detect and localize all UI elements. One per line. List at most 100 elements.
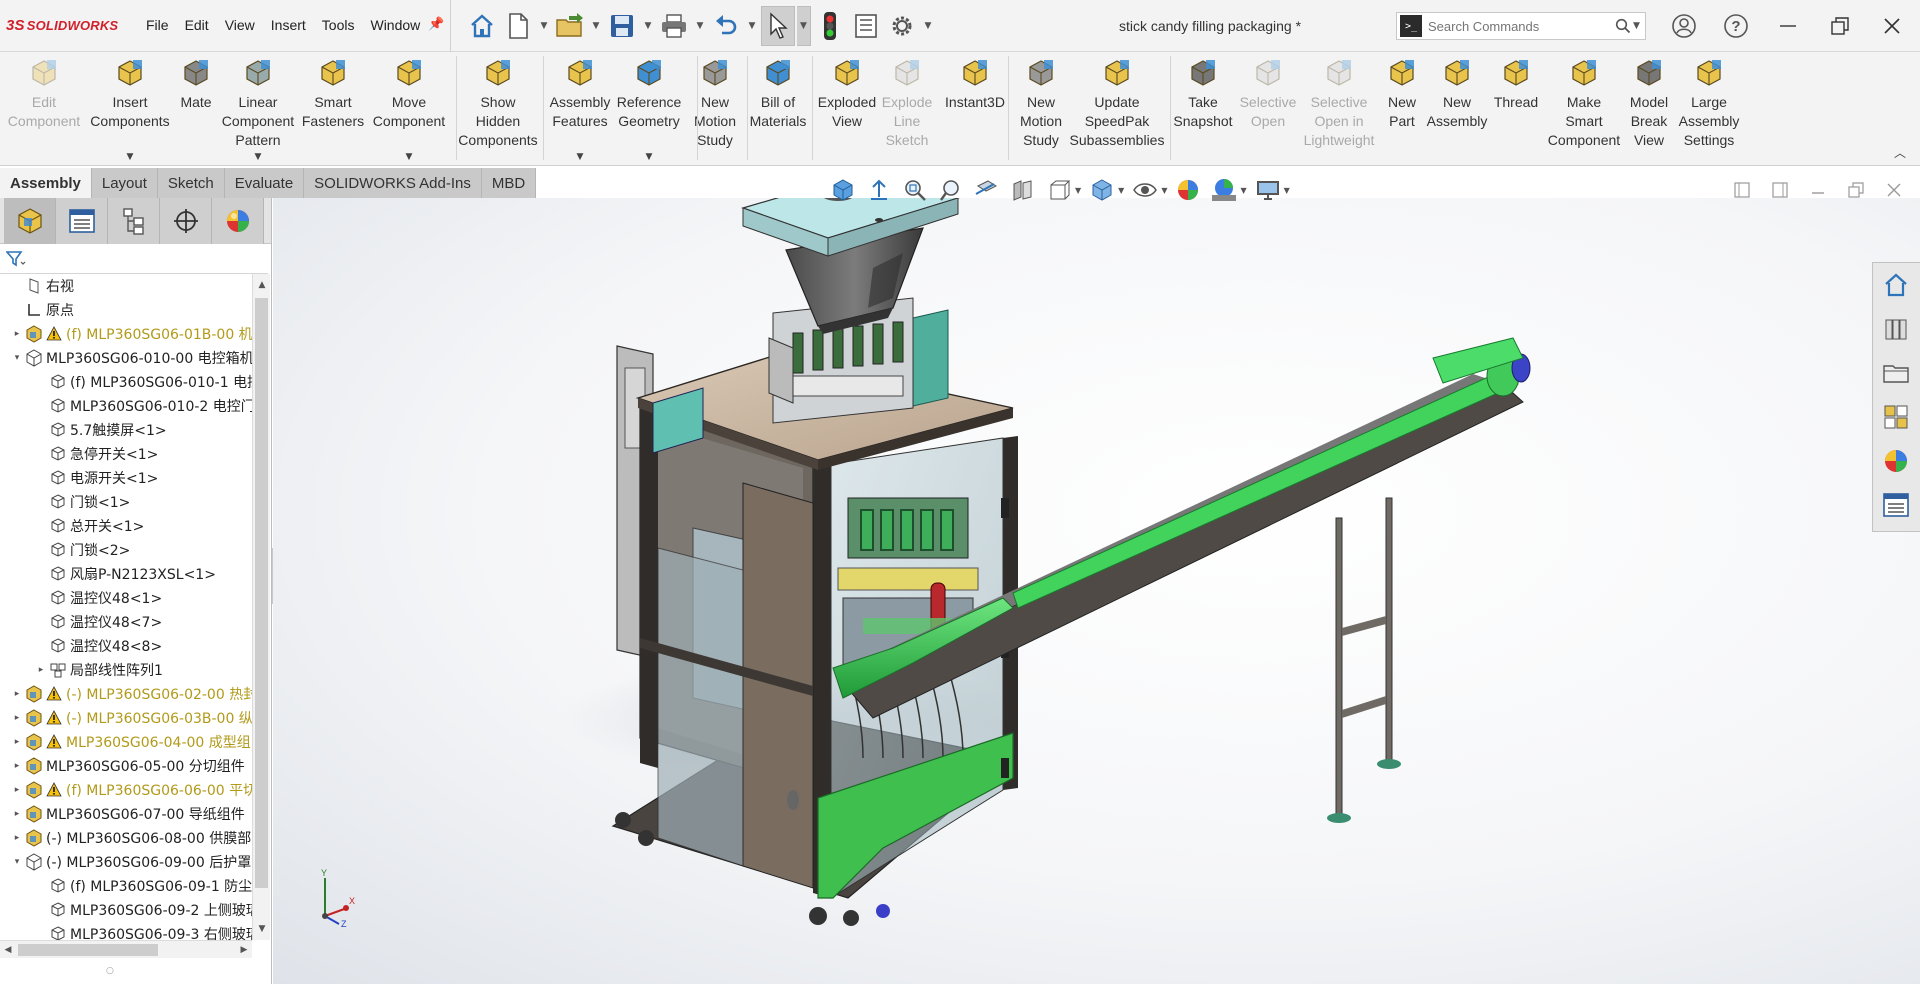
- hide-show-caret-icon[interactable]: ▼: [1161, 186, 1167, 195]
- view-settings-caret-icon[interactable]: ▼: [1284, 186, 1290, 195]
- options-caret-icon[interactable]: ▼: [921, 6, 935, 46]
- ribbon-button-large-assembly-settings[interactable]: Large Assembly Settings: [1659, 56, 1759, 150]
- expand-toggle-icon[interactable]: ▸: [10, 761, 24, 771]
- apply-scene-caret-icon[interactable]: ▼: [1240, 186, 1246, 195]
- property-manager-tab[interactable]: [56, 198, 108, 244]
- expand-toggle-icon[interactable]: ▸: [10, 713, 24, 723]
- save-caret-icon[interactable]: ▼: [641, 6, 655, 46]
- display-style-button[interactable]: [1087, 175, 1117, 205]
- expand-toggle-icon[interactable]: ▸: [10, 689, 24, 699]
- warning-icon[interactable]: [46, 734, 62, 750]
- tree-item[interactable]: 温控仪48<8>: [34, 634, 162, 658]
- graphics-area[interactable]: Y X Z: [273, 198, 1920, 984]
- search-commands-box[interactable]: >_ ▼: [1396, 12, 1646, 40]
- tree-item[interactable]: ▸ MLP360SG06-07-00 导纸组件: [10, 802, 245, 826]
- previous-view-button[interactable]: [936, 175, 966, 205]
- tree-item[interactable]: ▸ (f) MLP360SG06-01B-00 机: [10, 322, 252, 346]
- warning-icon[interactable]: [46, 710, 62, 726]
- view-type-button[interactable]: [1044, 175, 1074, 205]
- tab-mbd[interactable]: MBD: [481, 168, 537, 198]
- feature-manager-tab[interactable]: [4, 198, 56, 244]
- design-library-button[interactable]: [1873, 307, 1919, 351]
- minimize-document-button[interactable]: [1804, 178, 1832, 202]
- view-settings-button[interactable]: [1253, 175, 1283, 205]
- dropdown-caret-icon[interactable]: ▼: [127, 152, 134, 162]
- select-caret-icon[interactable]: ▼: [797, 6, 811, 46]
- tree-item[interactable]: 温控仪48<1>: [34, 586, 162, 610]
- warning-icon[interactable]: [46, 686, 62, 702]
- menu-window[interactable]: Window: [362, 14, 428, 36]
- tree-item[interactable]: ▾ MLP360SG06-010-00 电控箱机: [10, 346, 252, 370]
- apply-scene-button[interactable]: [1209, 175, 1239, 205]
- ribbon-button-move-component[interactable]: Move Component ▼: [359, 56, 459, 162]
- tab-sketch[interactable]: Sketch: [157, 168, 225, 198]
- tab-evaluate[interactable]: Evaluate: [224, 168, 305, 198]
- ribbon-button-update-speedpak-subassemblies[interactable]: Update SpeedPak Subassemblies: [1067, 56, 1167, 150]
- dropdown-caret-icon[interactable]: ▼: [577, 152, 584, 162]
- tree-item[interactable]: ▾ (-) MLP360SG06-09-00 后护罩: [10, 850, 251, 874]
- search-caret-icon[interactable]: ▼: [1633, 21, 1645, 31]
- tree-horizontal-scrollbar[interactable]: ◀ ▶: [0, 940, 252, 958]
- display-manager-tab[interactable]: [212, 198, 264, 244]
- search-input[interactable]: [1422, 14, 1613, 38]
- help-button[interactable]: ?: [1710, 0, 1762, 52]
- expand-toggle-icon[interactable]: ▸: [10, 809, 24, 819]
- custom-properties-button[interactable]: [1873, 483, 1919, 527]
- tree-item[interactable]: 风扇P-N2123XSL<1>: [34, 562, 216, 586]
- collapse-ribbon-icon[interactable]: ︿: [1894, 144, 1906, 161]
- tree-item[interactable]: ▸ (-) MLP360SG06-08-00 供膜部: [10, 826, 251, 850]
- dropdown-caret-icon[interactable]: ▼: [406, 152, 413, 162]
- expand-toggle-icon[interactable]: ▸: [10, 737, 24, 747]
- tree-item[interactable]: MLP360SG06-09-2 上侧玻璃: [34, 898, 252, 922]
- rebuild-button[interactable]: [813, 6, 847, 46]
- teal-enclosure[interactable]: [912, 309, 949, 407]
- dynamic-annotation-button[interactable]: [1008, 175, 1038, 205]
- tree-item[interactable]: ▸ (-) MLP360SG06-02-00 热封: [10, 682, 252, 706]
- tree-item[interactable]: ▸ MLP360SG06-05-00 分切组件: [10, 754, 245, 778]
- filter-icon[interactable]: [6, 250, 26, 268]
- view-orientation-button[interactable]: [828, 175, 858, 205]
- expand-toggle-icon[interactable]: ▸: [34, 665, 48, 675]
- tree-item[interactable]: 右视: [10, 274, 74, 298]
- tree-item[interactable]: (f) MLP360SG06-010-1 电控: [34, 370, 252, 394]
- expand-toggle-icon[interactable]: ▾: [10, 353, 24, 363]
- file-explorer-button[interactable]: [1873, 351, 1919, 395]
- file-properties-button[interactable]: [849, 6, 883, 46]
- tree-item[interactable]: 5.7触摸屏<1>: [34, 418, 167, 442]
- tab-layout[interactable]: Layout: [91, 168, 158, 198]
- tree-item[interactable]: 电源开关<1>: [34, 466, 158, 490]
- menu-edit[interactable]: Edit: [177, 14, 217, 36]
- pin-menu-icon[interactable]: 📌: [428, 17, 444, 32]
- tree-item[interactable]: ▸ 局部线性阵列1: [34, 658, 163, 682]
- open-caret-icon[interactable]: ▼: [589, 6, 603, 46]
- print-button[interactable]: [657, 6, 691, 46]
- appearances-button[interactable]: [1873, 439, 1919, 483]
- options-button[interactable]: [885, 6, 919, 46]
- dropdown-caret-icon[interactable]: ▼: [255, 152, 262, 162]
- hscroll-thumb[interactable]: [18, 944, 158, 956]
- restore-document-button[interactable]: [1842, 178, 1870, 202]
- scroll-thumb[interactable]: [255, 298, 268, 888]
- edit-appearance-button[interactable]: [1173, 175, 1203, 205]
- tree-item[interactable]: 总开关<1>: [34, 514, 144, 538]
- expand-toggle-icon[interactable]: ▾: [10, 857, 24, 867]
- new-document-caret-icon[interactable]: ▼: [537, 6, 551, 46]
- display-style-caret-icon[interactable]: ▼: [1118, 186, 1124, 195]
- menu-file[interactable]: File: [138, 14, 177, 36]
- menu-view[interactable]: View: [217, 14, 263, 36]
- warning-icon[interactable]: [46, 782, 62, 798]
- collapse-left-button[interactable]: [1728, 178, 1756, 202]
- tab-assembly[interactable]: Assembly: [0, 168, 92, 198]
- zoom-to-fit-button[interactable]: [864, 175, 894, 205]
- tree-item[interactable]: MLP360SG06-09-3 右侧玻璃: [34, 922, 252, 940]
- tree-item[interactable]: 急停开关<1>: [34, 442, 158, 466]
- tree-item[interactable]: MLP360SG06-010-2 电控门: [34, 394, 252, 418]
- section-view-button[interactable]: [972, 175, 1002, 205]
- undo-button[interactable]: [709, 6, 743, 46]
- tree-item[interactable]: 温控仪48<7>: [34, 610, 162, 634]
- select-button[interactable]: [761, 6, 795, 46]
- tree-item[interactable]: (f) MLP360SG06-09-1 防尘: [34, 874, 252, 898]
- tree-item[interactable]: 门锁<2>: [34, 538, 130, 562]
- view-palette-button[interactable]: [1873, 395, 1919, 439]
- panel-grip-icon[interactable]: ○: [106, 966, 114, 976]
